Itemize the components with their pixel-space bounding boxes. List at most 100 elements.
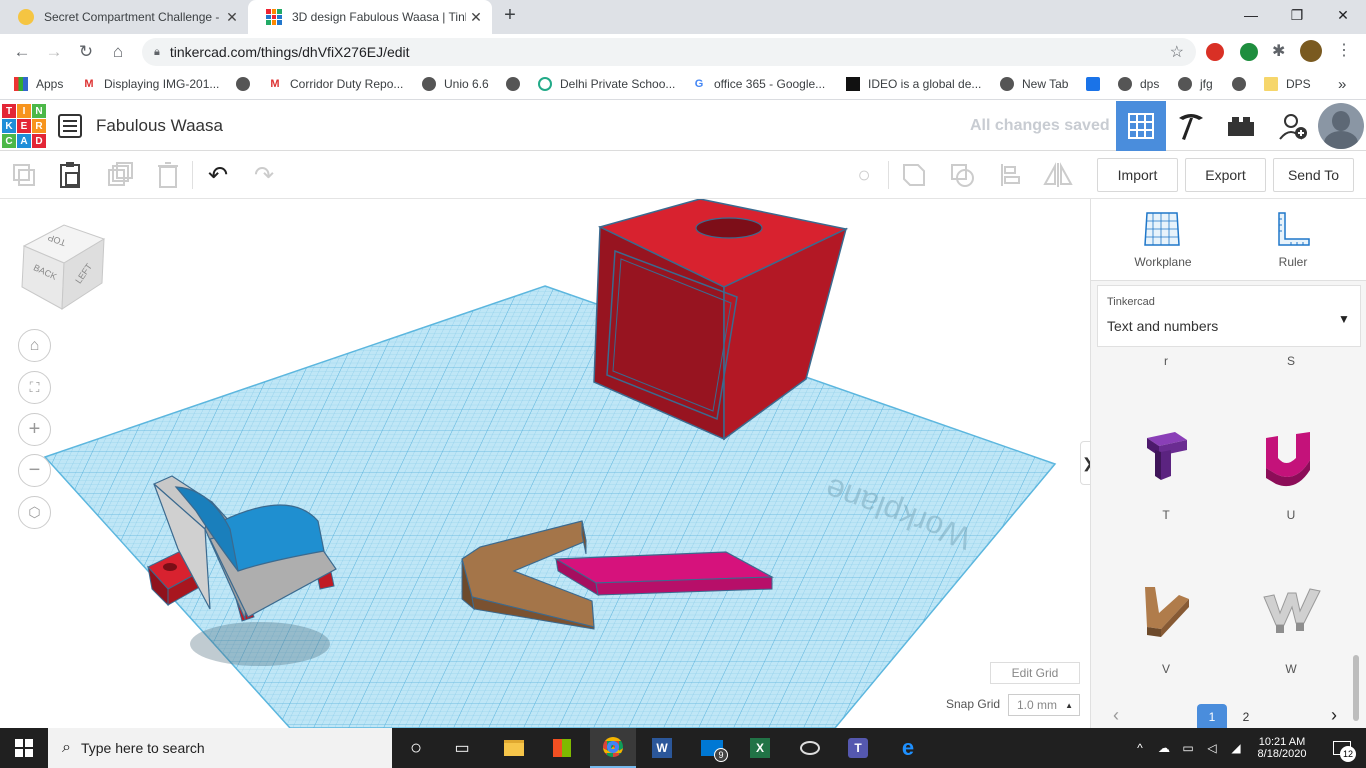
task-view-icon[interactable]: ▭	[442, 728, 482, 768]
home-icon[interactable]: ⌂	[104, 38, 132, 66]
align-icon[interactable]	[992, 157, 1028, 193]
export-button[interactable]: Export	[1185, 158, 1266, 192]
workplane-tool[interactable]: Workplane	[1131, 207, 1195, 277]
edit-grid-button[interactable]: Edit Grid	[990, 662, 1080, 684]
bricks-view-button[interactable]	[1216, 101, 1266, 151]
next-page-button[interactable]: ›	[1331, 705, 1337, 726]
clock[interactable]: 10:21 AM 8/18/2020	[1248, 728, 1316, 768]
chrome-taskbar-icon[interactable]	[590, 728, 636, 768]
library-dropdown[interactable]: Tinkercad Text and numbers ▼	[1097, 285, 1361, 347]
tinkercad-logo[interactable]: TIN KER CAD	[2, 104, 46, 148]
battery-icon[interactable]: ▭	[1178, 728, 1198, 768]
prev-page-button[interactable]: ‹	[1113, 705, 1119, 726]
paste-icon[interactable]	[52, 157, 88, 193]
notification-center-icon[interactable]: 12	[1322, 728, 1362, 768]
bookmark-item[interactable]: Unio 6.6	[422, 70, 489, 98]
ruler-tool[interactable]: Ruler	[1261, 207, 1325, 277]
bookmark-item[interactable]: jfg	[1178, 70, 1213, 98]
page-2-button[interactable]: 2	[1231, 704, 1261, 728]
cortana-icon[interactable]: ○	[396, 728, 436, 768]
bookmark-item[interactable]: IDEO is a global de...	[846, 70, 981, 98]
bookmark-item[interactable]: Delhi Private Schoo...	[538, 70, 675, 98]
bookmark-item[interactable]	[506, 70, 528, 98]
bookmark-item[interactable]: dps	[1118, 70, 1159, 98]
store-icon[interactable]	[542, 728, 582, 768]
bookmark-item[interactable]	[1086, 70, 1108, 98]
shape-v[interactable]	[1131, 577, 1201, 647]
trash-icon[interactable]	[150, 157, 186, 193]
fit-view-icon[interactable]: ⛶	[18, 371, 51, 404]
forward-arrow-icon[interactable]: →	[40, 38, 68, 66]
file-explorer-icon[interactable]	[494, 728, 534, 768]
panel-scrollbar[interactable]	[1353, 655, 1359, 721]
mail-icon[interactable]: 9	[692, 728, 732, 768]
extension-icon[interactable]	[1240, 43, 1258, 61]
network-icon[interactable]: ◢	[1226, 728, 1246, 768]
bookmark-item[interactable]	[1232, 70, 1254, 98]
profile-avatar[interactable]	[1300, 40, 1322, 62]
tab-3d-design[interactable]: 3D design Fabulous Waasa | Tink ✕	[248, 0, 492, 34]
back-arrow-icon[interactable]: ←	[8, 38, 36, 66]
minimize-button[interactable]: —	[1228, 0, 1274, 30]
bookmark-apps[interactable]: Apps	[14, 70, 63, 98]
bookmark-item[interactable]: M Displaying IMG-201...	[82, 70, 219, 98]
onedrive-icon[interactable]: ☁	[1154, 728, 1174, 768]
designs-list-icon[interactable]	[58, 114, 82, 138]
home-view-icon[interactable]: ⌂	[18, 329, 51, 362]
bookmark-folder-dps[interactable]: DPS	[1264, 70, 1311, 98]
word-icon[interactable]: W	[642, 728, 682, 768]
address-bar[interactable]: 🔒︎ tinkercad.com/things/dhVfiX276EJ/edit…	[142, 38, 1196, 66]
lightbulb-icon[interactable]: ○	[846, 157, 882, 193]
bookmark-item[interactable]	[236, 70, 258, 98]
tab-close-button[interactable]: ✕	[466, 9, 486, 26]
3d-view-button[interactable]	[1116, 101, 1166, 151]
send-to-button[interactable]: Send To	[1273, 158, 1354, 192]
bookmark-item[interactable]: Goffice 365 - Google...	[692, 70, 825, 98]
group-icon[interactable]	[896, 157, 932, 193]
ungroup-icon[interactable]	[944, 157, 980, 193]
windows-start-icon[interactable]	[0, 728, 48, 768]
workplane-viewport[interactable]: Workplane TOP BACK LEFT ⌂ ⛶ + − ⬡ Edit G…	[0, 199, 1090, 728]
bookmark-item[interactable]: New Tab	[1000, 70, 1068, 98]
redo-icon[interactable]: ↷	[246, 157, 282, 193]
zoom-in-icon[interactable]: +	[18, 413, 51, 446]
scene-canvas[interactable]: Workplane	[0, 199, 1090, 728]
bookmarks-overflow-button[interactable]: »	[1338, 70, 1346, 98]
tab-close-button[interactable]: ✕	[222, 9, 242, 26]
snap-grid-select[interactable]: 1.0 mm ▲	[1008, 694, 1080, 716]
maximize-button[interactable]: ❐	[1274, 0, 1320, 30]
excel-icon[interactable]: X	[740, 728, 780, 768]
snipping-tool-icon[interactable]	[790, 728, 830, 768]
tray-chevron-icon[interactable]: ^	[1130, 728, 1150, 768]
minecraft-view-button[interactable]	[1166, 101, 1216, 151]
taskbar-search-box[interactable]: ⌕ Type here to search	[48, 728, 392, 768]
tab-secret-compartment[interactable]: Secret Compartment Challenge - ✕	[0, 0, 248, 34]
teams-icon[interactable]: T	[838, 728, 878, 768]
menu-dots-icon[interactable]: ⋮	[1336, 40, 1352, 60]
import-button[interactable]: Import	[1097, 158, 1178, 192]
collapse-panel-button[interactable]: ❯	[1080, 441, 1090, 485]
edge-icon[interactable]: e	[888, 728, 928, 768]
volume-icon[interactable]: ◁	[1202, 728, 1222, 768]
mirror-icon[interactable]	[1040, 157, 1076, 193]
shape-t[interactable]	[1131, 424, 1201, 494]
bookmark-item[interactable]: M Corridor Duty Repo...	[268, 70, 403, 98]
reload-icon[interactable]: ↻	[72, 38, 100, 66]
view-cube[interactable]: TOP BACK LEFT	[18, 221, 108, 313]
copy-icon[interactable]	[6, 157, 42, 193]
zoom-out-icon[interactable]: −	[18, 454, 51, 487]
close-window-button[interactable]: ✕	[1320, 0, 1366, 30]
shape-w[interactable]	[1256, 577, 1326, 647]
extensions-puzzle-icon[interactable]: ✱	[1272, 41, 1285, 61]
new-tab-button[interactable]: +	[498, 4, 522, 30]
design-title[interactable]: Fabulous Waasa	[96, 116, 223, 136]
star-icon[interactable]: ☆	[1170, 42, 1184, 62]
shape-u[interactable]	[1256, 424, 1326, 494]
page-1-button[interactable]: 1	[1197, 704, 1227, 728]
extension-icon[interactable]	[1206, 43, 1224, 61]
duplicate-icon[interactable]	[102, 157, 138, 193]
user-avatar[interactable]	[1318, 103, 1364, 149]
undo-icon[interactable]: ↶	[200, 157, 236, 193]
invite-user-button[interactable]	[1268, 101, 1318, 151]
perspective-icon[interactable]: ⬡	[18, 496, 51, 529]
